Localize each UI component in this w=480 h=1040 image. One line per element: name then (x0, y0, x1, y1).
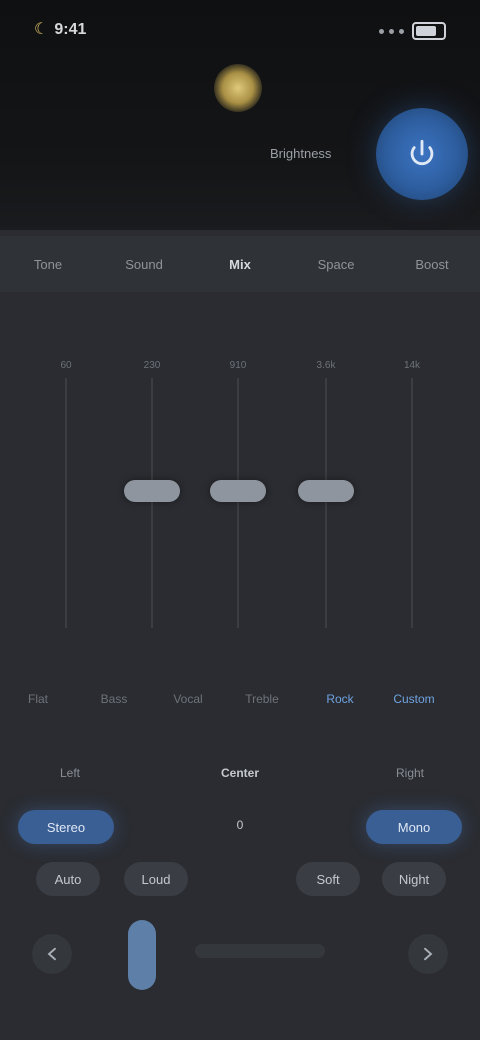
status-bar: ☾ 9:41 (0, 0, 480, 60)
brightness-label: Brightness (270, 146, 332, 161)
tab-space[interactable]: Space (288, 257, 384, 272)
mono-button[interactable]: Mono (366, 810, 462, 844)
eq-slider-knob[interactable] (298, 479, 354, 502)
power-button[interactable] (376, 108, 468, 200)
eq-band: 3.6k (296, 360, 356, 650)
stereo-button[interactable]: Stereo (18, 810, 114, 844)
equalizer: 60 230 910 3.6k 14k (0, 300, 480, 670)
preset-vocal[interactable]: Vocal (158, 692, 218, 706)
eq-track (151, 378, 153, 628)
preset-treble[interactable]: Treble (232, 692, 292, 706)
tab-tone[interactable]: Tone (0, 257, 96, 272)
eq-band-label: 14k (403, 360, 421, 371)
eq-band-label: 230 (143, 360, 161, 371)
tab-boost[interactable]: Boost (384, 257, 480, 272)
controls-panel: Left Center Right Stereo 0 Mono Auto Lou… (0, 740, 480, 1040)
loud-button[interactable]: Loud (124, 862, 188, 896)
eq-track (325, 378, 327, 628)
eq-slider-knob[interactable] (124, 479, 180, 502)
tab-sound[interactable]: Sound (96, 257, 192, 272)
eq-band: 14k (382, 360, 442, 650)
tab-bar: Tone Sound Mix Space Boost (0, 236, 480, 292)
eq-band-label: 60 (60, 360, 72, 371)
preset-custom[interactable]: Custom (384, 692, 444, 706)
battery-icon (412, 22, 446, 40)
center-value: 0 (236, 818, 244, 832)
right-label: Right (395, 766, 424, 780)
left-label: Left (59, 766, 80, 780)
night-button[interactable]: Night (382, 862, 446, 896)
status-time: ☾ 9:41 (34, 21, 87, 38)
sun-icon (214, 64, 262, 112)
next-button[interactable] (408, 934, 448, 974)
prev-button[interactable] (32, 934, 72, 974)
preset-flat[interactable]: Flat (8, 692, 68, 706)
status-right (379, 22, 446, 40)
eq-band: 60 (36, 360, 96, 650)
power-icon (410, 139, 434, 166)
eq-track (237, 378, 239, 628)
moon-icon: ☾ (34, 21, 49, 38)
eq-band-label: 3.6k (316, 360, 336, 371)
tab-mix[interactable]: Mix (192, 257, 288, 272)
seek-bar[interactable] (195, 944, 325, 958)
prev-icon (47, 947, 56, 961)
eq-band: 230 (122, 360, 182, 650)
signal-icon (379, 28, 404, 34)
volume-slider[interactable] (128, 920, 156, 990)
preset-bass[interactable]: Bass (84, 692, 144, 706)
preset-rock[interactable]: Rock (310, 692, 370, 706)
center-label: Center (220, 766, 259, 780)
eq-band: 910 (208, 360, 268, 650)
eq-slider-knob[interactable] (210, 479, 266, 502)
preset-row: Flat Bass Vocal Treble Rock Custom (0, 682, 480, 722)
next-icon (424, 947, 433, 961)
soft-button[interactable]: Soft (296, 862, 360, 896)
auto-button[interactable]: Auto (36, 862, 100, 896)
eq-band-label: 910 (229, 360, 247, 371)
